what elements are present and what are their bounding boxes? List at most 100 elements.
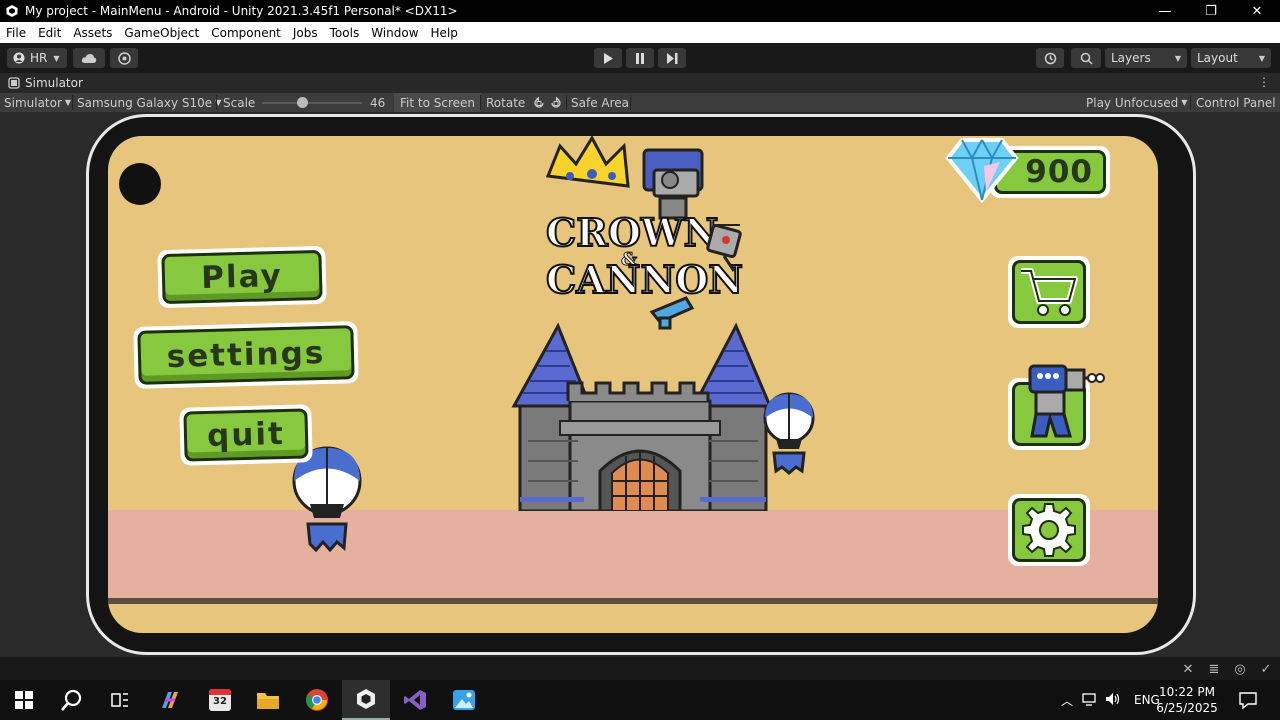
more-options-icon[interactable]: ⋮ [1258, 75, 1270, 89]
scale-label: Scale [223, 95, 256, 110]
play-button-game[interactable]: Play [157, 245, 327, 309]
menu-assets[interactable]: Assets [67, 26, 118, 40]
search-icon [61, 689, 82, 711]
task-view-button[interactable] [96, 680, 144, 720]
diamond-icon [945, 138, 1019, 204]
search-button[interactable] [1071, 48, 1101, 68]
layout-dropdown[interactable]: Layout ▼ [1191, 48, 1271, 68]
clock[interactable]: 10:22 PM 6/25/2025 [1152, 684, 1222, 716]
ground [108, 510, 1158, 600]
tab-label: Simulator [25, 76, 83, 90]
calendar-icon: 32 [209, 689, 231, 711]
check-circle-icon[interactable]: ✓ [1258, 661, 1274, 677]
pause-button[interactable] [626, 48, 654, 68]
simulator-icon [8, 77, 20, 89]
divider [480, 95, 481, 110]
menu-help[interactable]: Help [425, 26, 464, 40]
simulator-mode-dropdown[interactable]: Simulator ▼ [0, 93, 75, 112]
network-icon[interactable] [1078, 692, 1102, 709]
play-mode-dropdown[interactable]: Play Unfocused ▼ [1082, 93, 1191, 112]
unity-taskbar-button[interactable] [342, 680, 390, 720]
front-camera [119, 163, 161, 205]
device-dropdown[interactable]: Samsung Galaxy S10e ▼ [73, 93, 225, 112]
menu-component[interactable]: Component [205, 26, 287, 40]
volume-icon[interactable] [1102, 692, 1124, 709]
start-button[interactable] [0, 680, 48, 720]
quit-button-game[interactable]: quit [179, 404, 313, 466]
layers-stack-icon[interactable]: ≣ [1206, 661, 1222, 677]
layout-label: Layout [1197, 51, 1238, 65]
robot-head-icon [706, 223, 742, 272]
chevron-up-icon[interactable]: ︿ [1058, 692, 1076, 709]
chevron-down-icon: ▼ [1181, 98, 1188, 107]
account-label: HR [30, 51, 48, 65]
paint-app-button[interactable] [440, 680, 488, 720]
rotate-right-icon [551, 96, 561, 108]
windows-taskbar: 32 ︿ ENG 10:22 PM 6/25/2025 [0, 680, 1280, 720]
play-mode-label: Play Unfocused [1086, 95, 1179, 110]
play-label: Play [200, 257, 284, 297]
step-button[interactable] [658, 48, 686, 68]
play-icon [604, 52, 613, 64]
safe-area-toggle[interactable]: Safe Area [567, 93, 633, 112]
file-explorer-button[interactable] [244, 680, 292, 720]
ground-line [108, 598, 1158, 604]
menu-file[interactable]: File [0, 26, 32, 40]
scale-slider-handle[interactable] [296, 97, 308, 108]
account-dropdown[interactable]: HR ▼ [7, 48, 67, 68]
simulator-tab-header: Simulator ⋮ [0, 73, 1280, 93]
cloud-button[interactable] [73, 48, 105, 68]
settings-button-game[interactable]: settings [133, 321, 359, 389]
chevron-down-icon: ▼ [1258, 53, 1265, 63]
collab-icon [117, 51, 131, 65]
close-button[interactable]: ✕ [1234, 0, 1280, 22]
device-label: Samsung Galaxy S10e [77, 95, 213, 110]
divider [1190, 95, 1191, 110]
chrome-icon [306, 689, 328, 711]
history-button[interactable] [1036, 48, 1064, 68]
calendar-app-button[interactable]: 32 [196, 680, 244, 720]
tab-simulator[interactable]: Simulator [0, 76, 83, 90]
notifications-button[interactable] [1224, 680, 1272, 720]
robot-character-icon [1028, 364, 1105, 438]
chrome-button[interactable] [293, 680, 341, 720]
settings-gear-button[interactable] [1008, 494, 1090, 566]
quit-label: quit [206, 415, 286, 455]
search-taskbar-button[interactable] [48, 680, 96, 720]
unity-icon [357, 689, 375, 709]
system-tray: ︿ ENG [1058, 680, 1160, 720]
task-view-icon [111, 693, 128, 707]
menu-window[interactable]: Window [365, 26, 424, 40]
shopping-cart-icon [1021, 268, 1078, 316]
unity-logo-icon [5, 4, 19, 18]
history-icon [1044, 52, 1056, 64]
unity-status-bar: ✕ ≣ ◎ ✓ [0, 657, 1280, 680]
collab-button[interactable] [110, 48, 138, 68]
auto-generate-icon[interactable]: ◎ [1232, 661, 1248, 677]
debug-off-icon[interactable]: ✕ [1180, 661, 1196, 677]
play-button[interactable] [594, 48, 622, 68]
menu-jobs[interactable]: Jobs [287, 26, 324, 40]
menu-gameobject[interactable]: GameObject [118, 26, 205, 40]
rotate-right-button[interactable] [545, 93, 567, 112]
divider [216, 95, 217, 110]
shop-button[interactable] [1008, 256, 1090, 328]
main-toolbar: HR ▼ Layers ▼ Layout ▼ [0, 43, 1280, 73]
scale-value: 46 [370, 95, 386, 110]
fit-to-screen-button[interactable]: Fit to Screen [394, 93, 481, 112]
control-panel-button[interactable]: Control Panel [1192, 93, 1280, 112]
copilot-button[interactable] [146, 680, 194, 720]
restore-button[interactable]: ❐ [1188, 0, 1234, 22]
mode-label: Simulator [4, 95, 62, 110]
folder-icon [257, 693, 279, 709]
scale-slider[interactable] [262, 102, 362, 104]
visual-studio-button[interactable] [391, 680, 439, 720]
layers-label: Layers [1111, 51, 1151, 65]
menu-edit[interactable]: Edit [32, 26, 67, 40]
layers-dropdown[interactable]: Layers ▼ [1105, 48, 1187, 68]
minimize-button[interactable]: — [1142, 0, 1188, 22]
menu-tools[interactable]: Tools [324, 26, 366, 40]
blaster-icon [649, 296, 694, 330]
menu-bar: File Edit Assets GameObject Component Jo… [0, 22, 1280, 43]
cloud-icon [81, 53, 97, 63]
